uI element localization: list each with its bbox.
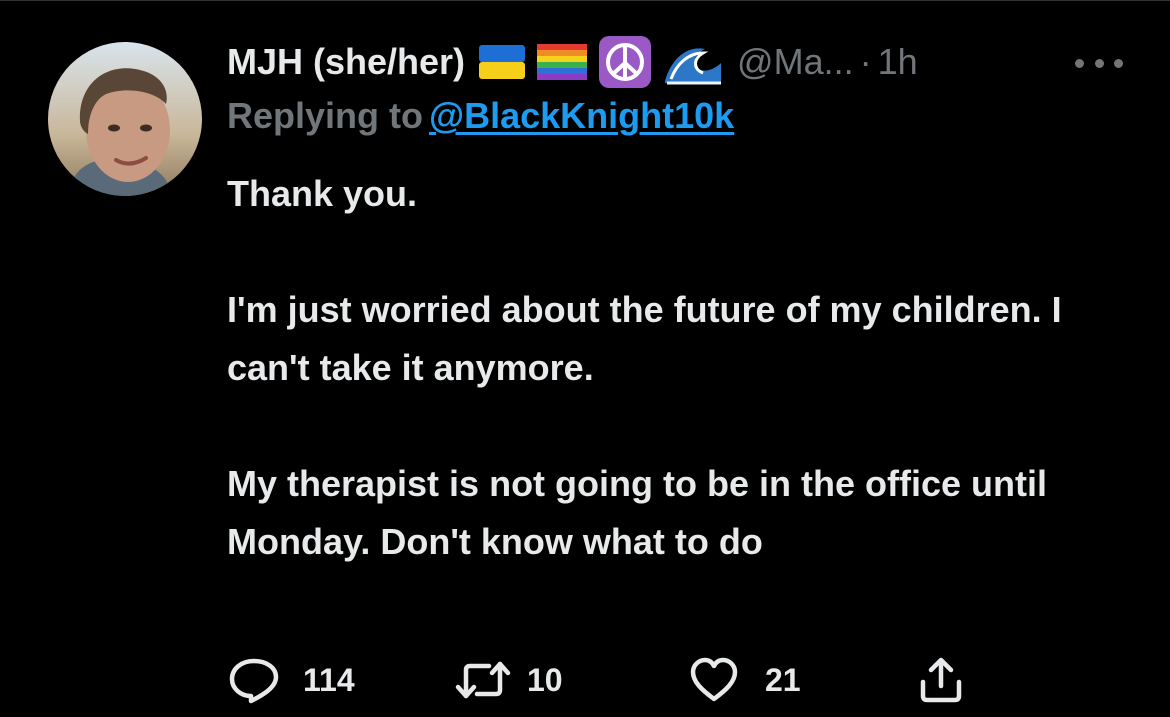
tweet-content: MJH (she/her) @Ma... · 1h Replying to @B… [227, 36, 1127, 571]
reply-count: 114 [303, 661, 355, 698]
peace-symbol-icon [599, 36, 652, 88]
wave-icon [663, 39, 723, 85]
ukraine-flag-icon [479, 45, 526, 79]
separator-dot: · [859, 41, 872, 82]
share-button[interactable] [917, 656, 965, 704]
retweet-button[interactable]: 10 [455, 656, 563, 704]
tweet-header: MJH (she/her) @Ma... · 1h [227, 36, 1127, 88]
tweet[interactable]: MJH (she/her) @Ma... · 1h Replying to @B… [0, 0, 1170, 717]
avatar[interactable] [48, 42, 202, 196]
rainbow-flag-icon [537, 44, 588, 80]
share-icon [920, 657, 962, 703]
reply-to-link[interactable]: @BlackKnight10k [429, 95, 734, 136]
heart-icon [690, 657, 738, 702]
handle[interactable]: @Ma... [737, 41, 854, 83]
tweet-paragraph: Thank you. [227, 173, 418, 214]
timestamp[interactable]: 1h [878, 41, 918, 83]
more-horizontal-icon [1114, 58, 1123, 68]
replying-to: Replying to @BlackKnight10k [227, 95, 1127, 137]
tweet-paragraph: My therapist is not going to be in the o… [227, 463, 1047, 562]
like-count: 21 [765, 661, 801, 698]
replying-to-label: Replying to [227, 95, 423, 136]
reply-button[interactable]: 114 [227, 656, 355, 704]
tweet-actions: 114 10 21 [227, 656, 987, 704]
more-options-button[interactable] [1075, 53, 1123, 73]
avatar-photo [48, 42, 202, 196]
name-badges [479, 36, 723, 88]
tweet-text: Thank you. I'm just worried about the fu… [227, 165, 1127, 571]
more-horizontal-icon [1094, 58, 1104, 68]
more-horizontal-icon [1075, 58, 1084, 68]
display-name[interactable]: MJH (she/her) [227, 41, 465, 83]
retweet-icon [455, 661, 511, 699]
tweet-paragraph: I'm just worried about the future of my … [227, 289, 1062, 388]
retweet-count: 10 [527, 661, 563, 698]
like-button[interactable]: 21 [689, 656, 801, 704]
reply-bubble-icon [229, 658, 279, 704]
